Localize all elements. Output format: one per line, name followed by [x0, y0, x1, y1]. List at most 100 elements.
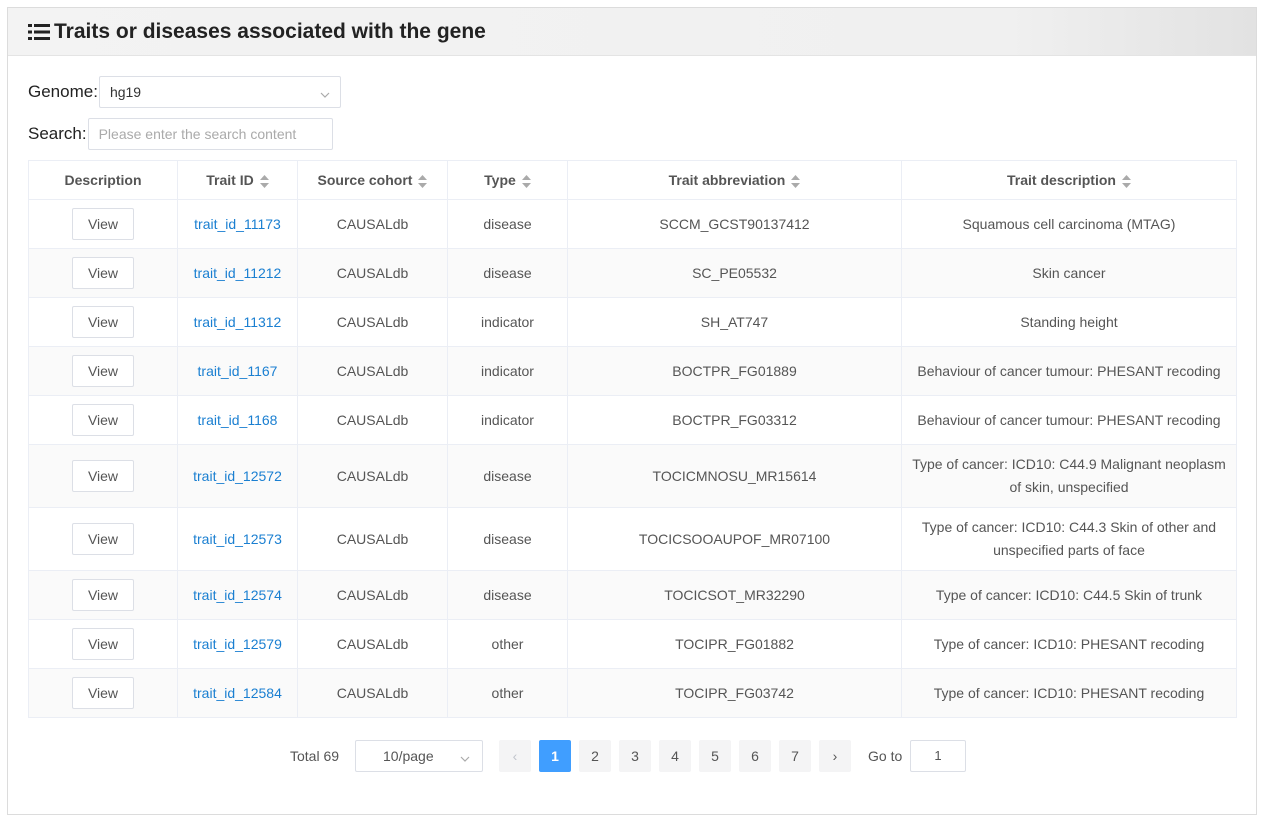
type-cell: other	[447, 668, 568, 718]
view-button[interactable]: View	[72, 306, 134, 338]
search-label: Search:	[28, 124, 87, 143]
sort-icon[interactable]	[418, 174, 428, 188]
sort-icon[interactable]	[259, 174, 269, 188]
trait-abbreviation-cell: TOCICSOT_MR32290	[567, 570, 902, 620]
type-cell: disease	[447, 199, 568, 249]
page-button[interactable]: 2	[579, 740, 611, 772]
search-row: Search:	[28, 118, 341, 150]
trait-description-cell: Skin cancer	[901, 248, 1237, 298]
table-row: View trait_id_11312 CAUSALdb indicator S…	[28, 297, 1237, 347]
trait-id-link[interactable]: trait_id_12574	[193, 587, 282, 603]
type-cell: disease	[447, 444, 568, 508]
trait-id-link[interactable]: trait_id_12572	[193, 468, 282, 484]
genome-select-value: hg19	[109, 84, 142, 100]
table-row: View trait_id_1167 CAUSALdb indicator BO…	[28, 346, 1237, 396]
trait-id-link[interactable]: trait_id_1168	[198, 412, 278, 428]
sort-icon[interactable]	[521, 174, 531, 188]
trait-id-link[interactable]: trait_id_12584	[193, 685, 282, 701]
trait-description-cell: Squamous cell carcinoma (MTAG)	[901, 199, 1237, 249]
table-row: View trait_id_1168 CAUSALdb indicator BO…	[28, 395, 1237, 445]
table-row: View trait_id_12572 CAUSALdb disease TOC…	[28, 444, 1237, 508]
type-cell: disease	[447, 570, 568, 620]
source-cohort-cell: CAUSALdb	[297, 619, 448, 669]
goto-label: Go to	[868, 748, 903, 764]
col-description: Description	[28, 160, 178, 200]
type-cell: indicator	[447, 346, 568, 396]
source-cohort-cell: CAUSALdb	[297, 297, 448, 347]
search-input[interactable]	[87, 118, 333, 150]
table-row: View trait_id_12574 CAUSALdb disease TOC…	[28, 570, 1237, 620]
next-page-button[interactable]: ›	[819, 740, 851, 772]
trait-description-cell: Behaviour of cancer tumour: PHESANT reco…	[901, 346, 1237, 396]
view-button[interactable]: View	[72, 460, 134, 492]
view-button[interactable]: View	[72, 404, 134, 436]
trait-abbreviation-cell: SCCM_GCST90137412	[567, 199, 902, 249]
page-button[interactable]: 5	[699, 740, 731, 772]
trait-description-cell: Type of cancer: ICD10: PHESANT recoding	[901, 668, 1237, 718]
genome-select[interactable]: hg19	[98, 76, 341, 108]
table-row: View trait_id_12573 CAUSALdb disease TOC…	[28, 507, 1237, 571]
page-size-select[interactable]: 10/page	[355, 740, 483, 772]
total-count: Total 69	[290, 748, 340, 764]
view-button[interactable]: View	[72, 208, 134, 240]
trait-abbreviation-cell: TOCIPR_FG01882	[567, 619, 902, 669]
trait-abbreviation-cell: SC_PE05532	[567, 248, 902, 298]
goto-page-input[interactable]: 1	[910, 740, 966, 772]
chevron-down-icon	[320, 87, 330, 98]
type-cell: indicator	[447, 395, 568, 445]
type-cell: disease	[447, 248, 568, 298]
source-cohort-cell: CAUSALdb	[297, 668, 448, 718]
table-row: View trait_id_11173 CAUSALdb disease SCC…	[28, 199, 1237, 249]
chevron-down-icon	[460, 751, 470, 762]
table-header-row: Description Trait ID Source cohort Type …	[28, 160, 1237, 200]
source-cohort-cell: CAUSALdb	[297, 507, 448, 571]
col-trait-description[interactable]: Trait description	[901, 160, 1237, 200]
col-type[interactable]: Type	[447, 160, 568, 200]
trait-id-link[interactable]: trait_id_1167	[198, 363, 278, 379]
list-icon	[28, 23, 50, 41]
col-source-cohort[interactable]: Source cohort	[297, 160, 448, 200]
trait-description-cell: Type of cancer: ICD10: C44.3 Skin of oth…	[901, 507, 1237, 571]
prev-page-button[interactable]: ‹	[499, 740, 531, 772]
view-button[interactable]: View	[72, 355, 134, 387]
panel-header: Traits or diseases associated with the g…	[8, 8, 1256, 56]
page-button[interactable]: 7	[779, 740, 811, 772]
page-button[interactable]: 6	[739, 740, 771, 772]
trait-abbreviation-cell: BOCTPR_FG01889	[567, 346, 902, 396]
col-trait-abbreviation[interactable]: Trait abbreviation	[567, 160, 902, 200]
col-trait-id[interactable]: Trait ID	[177, 160, 298, 200]
type-cell: disease	[447, 507, 568, 571]
trait-id-link[interactable]: trait_id_11312	[194, 314, 282, 330]
table-row: View trait_id_12579 CAUSALdb other TOCIP…	[28, 619, 1237, 669]
page-button[interactable]: 1	[539, 740, 571, 772]
page-button[interactable]: 4	[659, 740, 691, 772]
trait-abbreviation-cell: TOCICMNOSU_MR15614	[567, 444, 902, 508]
trait-id-link[interactable]: trait_id_12579	[193, 636, 282, 652]
genome-row: Genome: hg19	[28, 76, 341, 108]
view-button[interactable]: View	[72, 257, 134, 289]
view-button[interactable]: View	[72, 579, 134, 611]
page-button[interactable]: 3	[619, 740, 651, 772]
type-cell: indicator	[447, 297, 568, 347]
source-cohort-cell: CAUSALdb	[297, 570, 448, 620]
trait-abbreviation-cell: SH_AT747	[567, 297, 902, 347]
trait-id-link[interactable]: trait_id_11173	[194, 216, 281, 232]
trait-id-link[interactable]: trait_id_11212	[194, 265, 282, 281]
trait-description-cell: Type of cancer: ICD10: PHESANT recoding	[901, 619, 1237, 669]
source-cohort-cell: CAUSALdb	[297, 444, 448, 508]
traits-panel: Traits or diseases associated with the g…	[7, 7, 1257, 815]
trait-id-link[interactable]: trait_id_12573	[193, 531, 282, 547]
trait-abbreviation-cell: BOCTPR_FG03312	[567, 395, 902, 445]
source-cohort-cell: CAUSALdb	[297, 199, 448, 249]
panel-title: Traits or diseases associated with the g…	[54, 19, 486, 43]
sort-icon[interactable]	[1121, 174, 1131, 188]
table-row: View trait_id_11212 CAUSALdb disease SC_…	[28, 248, 1237, 298]
genome-label: Genome:	[28, 82, 98, 101]
trait-description-cell: Standing height	[901, 297, 1237, 347]
sort-icon[interactable]	[791, 174, 801, 188]
view-button[interactable]: View	[72, 677, 134, 709]
view-button[interactable]: View	[72, 628, 134, 660]
table-row: View trait_id_12584 CAUSALdb other TOCIP…	[28, 668, 1237, 718]
view-button[interactable]: View	[72, 523, 134, 555]
trait-abbreviation-cell: TOCIPR_FG03742	[567, 668, 902, 718]
